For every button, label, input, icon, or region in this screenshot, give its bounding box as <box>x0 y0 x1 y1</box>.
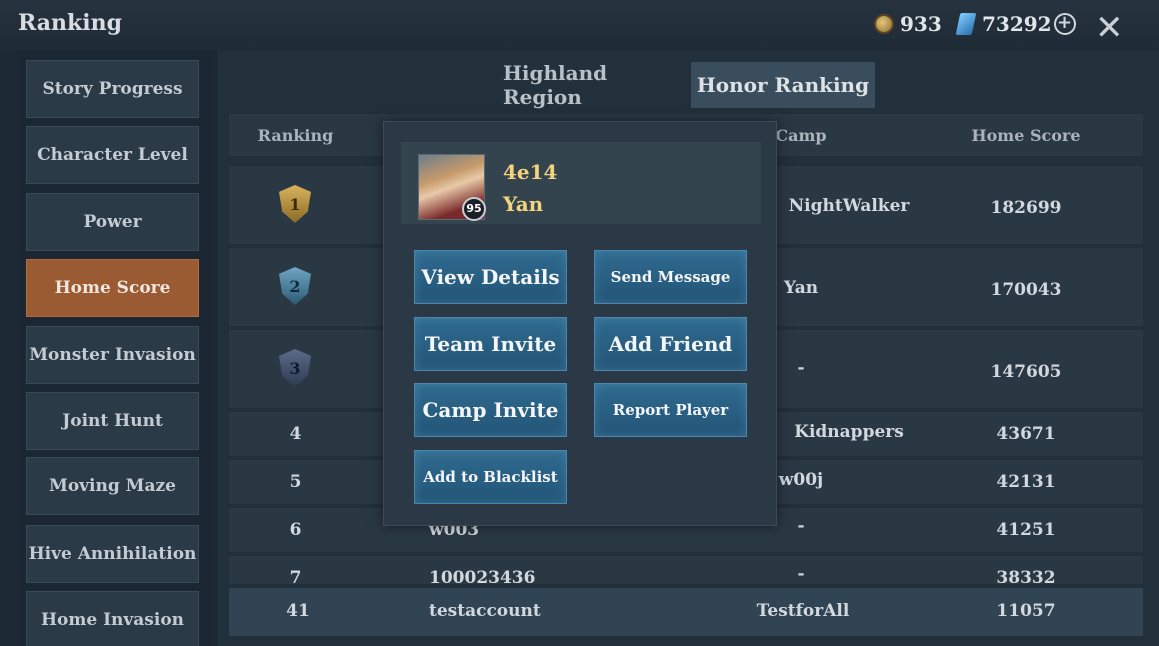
score-cell: 42131 <box>996 472 1056 492</box>
rank-cell: 7 <box>289 568 302 584</box>
sidebar-item-power[interactable]: Power <box>26 193 199 251</box>
sidebar-item-label: Moving Maze <box>49 476 176 496</box>
rank-cell: 41 <box>286 601 310 621</box>
score-cell: 11057 <box>996 601 1056 621</box>
sidebar-item-label: Home Invasion <box>40 610 185 630</box>
medal-3-icon: 3 <box>275 346 315 390</box>
gem-amount: 73292 <box>982 12 1052 36</box>
rank-cell: 4 <box>289 424 302 444</box>
camp-cell: - <box>797 564 805 584</box>
sidebar-item-home-score[interactable]: Home Score <box>26 259 199 317</box>
tab-highland-region[interactable]: Highland Region <box>503 61 687 109</box>
add-friend-button[interactable]: Add Friend <box>594 317 747 371</box>
sidebar-item-character-level[interactable]: Character Level <box>26 126 199 184</box>
name-cell: 100023436 <box>429 568 536 584</box>
score-cell: 41251 <box>996 520 1056 540</box>
my-rank-row[interactable]: 41 testaccount TestforAll 11057 <box>229 588 1143 636</box>
rank-cell: 5 <box>289 472 302 492</box>
column-header-home-score: Home Score <box>971 126 1081 145</box>
medal-1-icon: 1 <box>275 182 315 226</box>
page-title: Ranking <box>18 10 123 36</box>
score-cell: 182699 <box>990 198 1062 218</box>
coin-counter: 933 <box>874 12 942 36</box>
view-details-button[interactable]: View Details <box>414 250 567 304</box>
sidebar-item-label: Character Level <box>37 145 188 165</box>
sidebar-item-story-progress[interactable]: Story Progress <box>26 60 199 118</box>
column-header-ranking: Ranking <box>257 126 334 145</box>
sidebar-item-moving-maze[interactable]: Moving Maze <box>26 457 199 515</box>
coin-amount: 933 <box>900 12 942 36</box>
send-message-button[interactable]: Send Message <box>594 250 747 304</box>
avatar[interactable]: 95 <box>418 154 486 221</box>
sidebar-item-home-invasion[interactable]: Home Invasion <box>26 591 199 646</box>
name-cell: testaccount <box>429 601 541 621</box>
gem-icon <box>955 13 977 35</box>
add-to-blacklist-button[interactable]: Add to Blacklist <box>414 450 567 504</box>
sidebar-item-joint-hunt[interactable]: Joint Hunt <box>26 392 199 450</box>
table-row[interactable]: 7 100023436 - 38332 <box>229 556 1143 584</box>
medal-2-icon: 2 <box>275 264 315 308</box>
player-id: 4e14 <box>503 160 558 184</box>
top-bar: Ranking 933 73292 + ✕ <box>0 0 1159 50</box>
sidebar-item-label: Power <box>83 212 142 232</box>
score-cell: 147605 <box>990 362 1062 382</box>
camp-invite-button[interactable]: Camp Invite <box>414 383 567 437</box>
score-cell: 38332 <box>996 568 1056 584</box>
ranking-category-sidebar: Story Progress Character Level Power Hom… <box>18 50 214 646</box>
sidebar-item-label: Monster Invasion <box>29 345 196 365</box>
sidebar-item-label: Story Progress <box>42 79 183 99</box>
sidebar-item-hive-annihilation[interactable]: Hive Annihilation <box>26 525 199 583</box>
plus-icon[interactable]: + <box>1053 13 1076 35</box>
close-icon[interactable]: ✕ <box>1095 8 1124 48</box>
rank-cell: 6 <box>289 520 302 540</box>
player-card: 95 4e14 Yan <box>401 142 761 224</box>
gem-counter: 73292 + <box>955 12 1076 36</box>
sidebar-item-label: Joint Hunt <box>62 411 163 431</box>
sidebar-item-monster-invasion[interactable]: Monster Invasion <box>26 326 199 384</box>
score-cell: 43671 <box>996 424 1056 444</box>
coin-icon <box>874 14 894 34</box>
team-invite-button[interactable]: Team Invite <box>414 317 567 371</box>
sidebar-item-label: Hive Annihilation <box>28 544 197 564</box>
tab-honor-ranking[interactable]: Honor Ranking <box>691 62 875 108</box>
player-actions-popup: 95 4e14 Yan View Details Send Message Te… <box>383 121 777 526</box>
player-name: Yan <box>503 192 544 216</box>
camp-cell: TestforAll <box>756 601 850 621</box>
level-badge: 95 <box>462 197 486 221</box>
sidebar-item-label: Home Score <box>54 278 171 298</box>
report-player-button[interactable]: Report Player <box>594 383 747 437</box>
score-cell: 170043 <box>990 280 1062 300</box>
